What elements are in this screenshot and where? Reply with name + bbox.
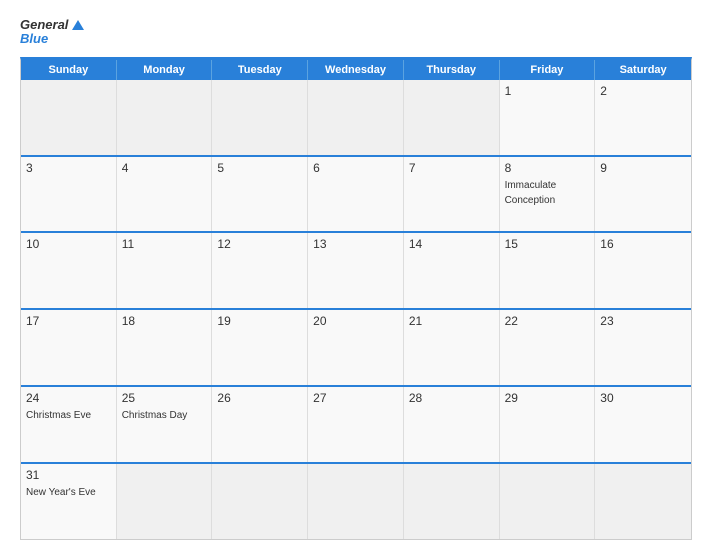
calendar-cell: 4	[117, 157, 213, 232]
calendar-page: General Blue SundayMondayTuesdayWednesda…	[0, 0, 712, 550]
calendar-cell: 27	[308, 387, 404, 462]
calendar-cell: 16	[595, 233, 691, 308]
calendar-cell: 14	[404, 233, 500, 308]
day-number: 6	[313, 161, 398, 175]
day-number: 14	[409, 237, 494, 251]
day-number: 16	[600, 237, 686, 251]
calendar-cell	[500, 464, 596, 539]
logo-triangle-icon	[72, 20, 84, 30]
calendar-row-4: 24 Christmas Eve 25 Christmas Day 26 27 28 29 30	[21, 387, 691, 464]
calendar-cell: 2	[595, 80, 691, 155]
calendar-cell: 21	[404, 310, 500, 385]
calendar-cell: 11	[117, 233, 213, 308]
day-number: 5	[217, 161, 302, 175]
calendar-cell	[595, 464, 691, 539]
header: General Blue	[20, 18, 692, 47]
day-number: 15	[505, 237, 590, 251]
day-number: 9	[600, 161, 686, 175]
logo-general: General	[20, 18, 68, 32]
calendar-cell: 15	[500, 233, 596, 308]
calendar-cell: 3	[21, 157, 117, 232]
calendar-cell	[404, 464, 500, 539]
day-number: 25	[122, 391, 207, 405]
day-header-friday: Friday	[500, 60, 596, 80]
calendar-cell: 22	[500, 310, 596, 385]
day-number: 30	[600, 391, 686, 405]
day-header-thursday: Thursday	[404, 60, 500, 80]
day-headers: SundayMondayTuesdayWednesdayThursdayFrid…	[21, 60, 691, 80]
day-number: 18	[122, 314, 207, 328]
day-number: 19	[217, 314, 302, 328]
holiday-name: Christmas Day	[122, 410, 188, 421]
calendar-row-2: 10 11 12 13 14 15 16	[21, 233, 691, 310]
calendar-cell: 7	[404, 157, 500, 232]
calendar-cell: 18	[117, 310, 213, 385]
holiday-name: ImmaculateConception	[505, 180, 557, 206]
day-number: 23	[600, 314, 686, 328]
calendar-cell: 9	[595, 157, 691, 232]
calendar-cell	[308, 80, 404, 155]
calendar-cell: 6	[308, 157, 404, 232]
day-header-tuesday: Tuesday	[212, 60, 308, 80]
calendar-cell	[212, 464, 308, 539]
calendar-row-5: 31 New Year's Eve	[21, 464, 691, 539]
calendar-cell	[117, 80, 213, 155]
calendar-cell: 20	[308, 310, 404, 385]
day-number: 22	[505, 314, 590, 328]
day-number: 27	[313, 391, 398, 405]
calendar-cell: 17	[21, 310, 117, 385]
holiday-name: New Year's Eve	[26, 487, 96, 498]
calendar-cell: 19	[212, 310, 308, 385]
day-number: 10	[26, 237, 111, 251]
calendar-cell: 23	[595, 310, 691, 385]
holiday-name: Christmas Eve	[26, 410, 91, 421]
day-number: 20	[313, 314, 398, 328]
day-number: 11	[122, 237, 207, 251]
calendar-cell	[117, 464, 213, 539]
calendar: SundayMondayTuesdayWednesdayThursdayFrid…	[20, 57, 692, 540]
calendar-cell: 31 New Year's Eve	[21, 464, 117, 539]
day-number: 7	[409, 161, 494, 175]
day-number: 24	[26, 391, 111, 405]
calendar-cell: 5	[212, 157, 308, 232]
day-header-sunday: Sunday	[21, 60, 117, 80]
day-number: 1	[505, 84, 590, 98]
calendar-row-1: 345678 ImmaculateConception 9	[21, 157, 691, 234]
calendar-cell: 8 ImmaculateConception	[500, 157, 596, 232]
day-header-saturday: Saturday	[595, 60, 691, 80]
logo-blue: Blue	[20, 32, 48, 46]
calendar-cell: 12	[212, 233, 308, 308]
calendar-cell	[404, 80, 500, 155]
day-number: 2	[600, 84, 686, 98]
calendar-cell: 25 Christmas Day	[117, 387, 213, 462]
calendar-cell: 24 Christmas Eve	[21, 387, 117, 462]
day-number: 17	[26, 314, 111, 328]
day-number: 4	[122, 161, 207, 175]
day-number: 29	[505, 391, 590, 405]
calendar-cell	[212, 80, 308, 155]
calendar-cell: 13	[308, 233, 404, 308]
day-number: 31	[26, 468, 111, 482]
calendar-cell: 1	[500, 80, 596, 155]
day-number: 3	[26, 161, 111, 175]
day-number: 12	[217, 237, 302, 251]
logo: General Blue	[20, 18, 84, 47]
day-header-monday: Monday	[117, 60, 213, 80]
calendar-cell: 10	[21, 233, 117, 308]
calendar-body: 12345678ImmaculateConception910111213141…	[21, 80, 691, 539]
day-number: 8	[505, 161, 590, 175]
calendar-cell	[21, 80, 117, 155]
day-number: 21	[409, 314, 494, 328]
calendar-cell	[308, 464, 404, 539]
calendar-row-3: 17 18 19 20 21 22 23	[21, 310, 691, 387]
day-number: 26	[217, 391, 302, 405]
day-header-wednesday: Wednesday	[308, 60, 404, 80]
day-number: 13	[313, 237, 398, 251]
calendar-cell: 28	[404, 387, 500, 462]
calendar-cell: 30	[595, 387, 691, 462]
day-number: 28	[409, 391, 494, 405]
calendar-cell: 29	[500, 387, 596, 462]
calendar-row-0: 12	[21, 80, 691, 157]
calendar-cell: 26	[212, 387, 308, 462]
